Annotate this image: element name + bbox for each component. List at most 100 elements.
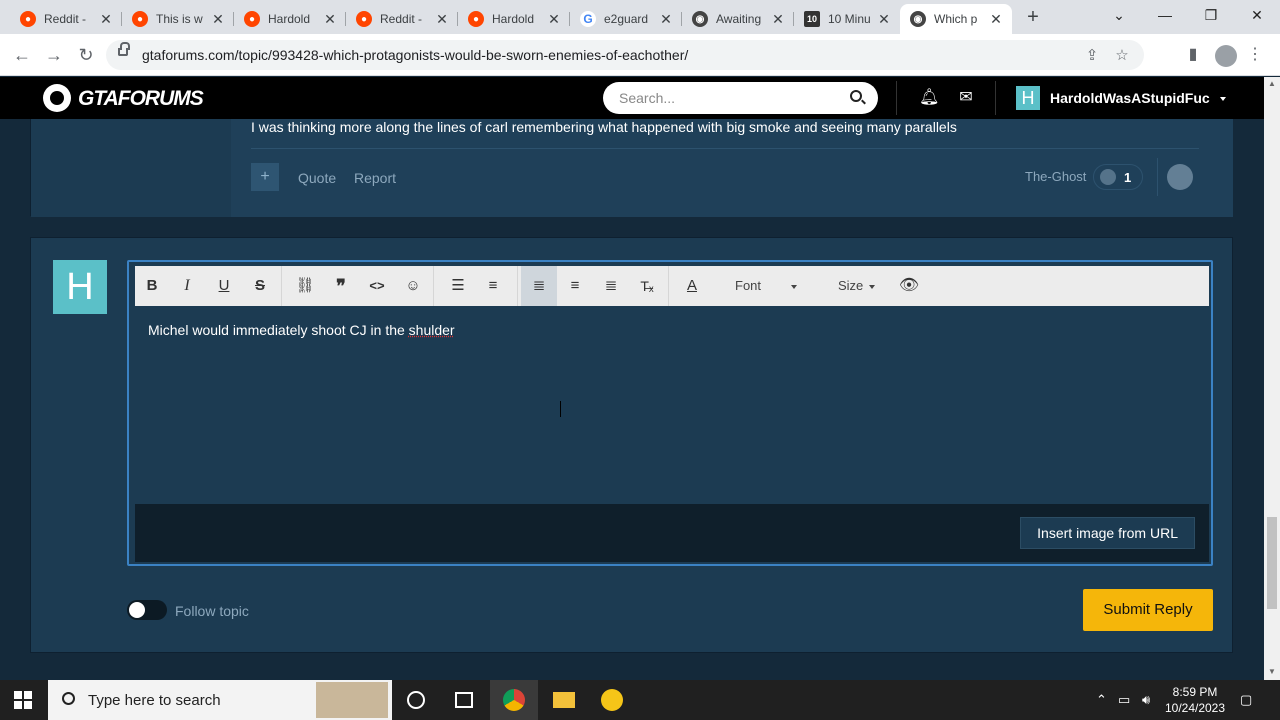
close-icon[interactable]: ✕	[658, 11, 674, 28]
post-divider	[251, 148, 1199, 149]
close-icon[interactable]: ✕	[210, 11, 226, 28]
user-menu[interactable]: HardoldWasAStupidFuc	[1050, 90, 1226, 106]
editor-content[interactable]: Michel would immediately shoot CJ in the…	[148, 322, 455, 338]
align-left-icon[interactable]: ≣	[528, 276, 550, 296]
network-icon[interactable]: ▭	[1118, 692, 1130, 708]
align-center-icon[interactable]: ≡	[564, 276, 586, 296]
browser-tab[interactable]: ● Reddit - ✕	[346, 4, 458, 34]
browser-tab-active[interactable]: ◉ Which p ✕	[900, 4, 1012, 34]
close-icon[interactable]: ✕	[546, 11, 562, 28]
tab-search-icon[interactable]: ⌄	[1096, 0, 1142, 30]
scrollbar-thumb[interactable]	[1267, 517, 1277, 609]
underline-button[interactable]: U	[213, 276, 235, 296]
restore-button[interactable]: ❐	[1188, 0, 1234, 30]
multiquote-button[interactable]: +	[251, 163, 279, 191]
user-avatar[interactable]: H	[1016, 86, 1040, 110]
close-icon[interactable]: ✕	[322, 11, 338, 28]
scroll-up-icon[interactable]: ▲	[1264, 79, 1280, 88]
reply-box: H B I U S ⛓ ❞ <> ☺ ☰ ≡ ≣ ≡ ≣ T̶ₓ A Font …	[30, 237, 1233, 653]
search-icon[interactable]	[850, 90, 862, 102]
close-window-button[interactable]: ✕	[1234, 0, 1280, 30]
font-dropdown[interactable]: Font	[735, 278, 798, 293]
browser-tab[interactable]: ● This is w ✕	[122, 4, 234, 34]
size-dropdown[interactable]: Size	[838, 278, 876, 293]
emoji-icon[interactable]: ☺	[402, 276, 424, 296]
toolbar-divider	[281, 266, 282, 306]
align-right-icon[interactable]: ≣	[600, 276, 622, 296]
tray-chevron-icon[interactable]: ⌃	[1096, 692, 1107, 708]
text-color-icon[interactable]: A	[681, 276, 703, 296]
clear-format-icon[interactable]: T̶ₓ	[636, 276, 658, 296]
taskbar-clock[interactable]: 8:59 PM 10/24/2023	[1160, 684, 1230, 716]
submit-reply-button[interactable]: Submit Reply	[1083, 589, 1213, 631]
like-button[interactable]	[1167, 164, 1193, 190]
profile-icon[interactable]	[1215, 45, 1237, 67]
site-logo[interactable]: GTAFORUMS	[78, 87, 204, 111]
new-tab-button[interactable]: +	[1022, 6, 1044, 28]
windows-taskbar: Type here to search ⌃ ▭ 🔊︎ 8:59 PM 10/24…	[0, 680, 1280, 720]
browser-tab[interactable]: G e2guard ✕	[570, 4, 682, 34]
link-icon[interactable]: ⛓	[294, 276, 316, 296]
quote-icon[interactable]: ❞	[330, 276, 352, 296]
side-panel-icon[interactable]: ▮	[1182, 44, 1204, 66]
address-bar[interactable]: gtaforums.com/topic/993428-which-protago…	[106, 40, 1144, 70]
code-icon[interactable]: <>	[366, 276, 388, 296]
reputation-user[interactable]: The-Ghost	[1025, 169, 1086, 184]
toolbar-divider	[668, 266, 669, 306]
chrome-icon[interactable]	[490, 680, 538, 720]
bullet-list-icon[interactable]: ☰	[447, 276, 469, 296]
reddit-icon: ●	[132, 11, 148, 27]
thumbs-up-icon	[1100, 169, 1116, 185]
insert-image-url-button[interactable]: Insert image from URL	[1020, 517, 1195, 549]
follow-topic-toggle[interactable]	[127, 600, 167, 620]
reply-avatar: H	[53, 260, 107, 314]
bell-icon[interactable]: 🔔︎	[919, 89, 939, 107]
reload-icon[interactable]: ↻	[74, 43, 98, 67]
browser-tab[interactable]: ● Hardold ✕	[458, 4, 570, 34]
lock-icon[interactable]	[118, 42, 130, 56]
task-view-icon[interactable]	[440, 680, 488, 720]
editor-toolbar: B I U S ⛓ ❞ <> ☺ ☰ ≡ ≣ ≡ ≣ T̶ₓ A Font Si…	[135, 266, 1209, 306]
gtaforums-logo-icon[interactable]	[43, 84, 71, 112]
menu-icon[interactable]: ⋮	[1244, 44, 1266, 66]
bold-button[interactable]: B	[141, 276, 163, 296]
browser-tab[interactable]: 10 10 Minu ✕	[794, 4, 900, 34]
browser-tab[interactable]: ● Reddit - ✕	[10, 4, 122, 34]
page-scrollbar[interactable]: ▲ ▼	[1264, 77, 1280, 680]
close-icon[interactable]: ✕	[434, 11, 450, 28]
cortana-icon[interactable]	[392, 680, 440, 720]
numbered-list-icon[interactable]: ≡	[482, 276, 504, 296]
close-icon[interactable]: ✕	[770, 11, 786, 28]
reputation-count[interactable]: 1	[1093, 164, 1143, 190]
scroll-down-icon[interactable]: ▼	[1264, 667, 1280, 676]
strikethrough-button[interactable]: S	[249, 276, 271, 296]
reddit-icon: ●	[468, 11, 484, 27]
reply-editor[interactable]: B I U S ⛓ ❞ <> ☺ ☰ ≡ ≣ ≡ ≣ T̶ₓ A Font Si…	[127, 260, 1213, 566]
envelope-icon[interactable]: ✉	[957, 89, 975, 107]
file-explorer-icon[interactable]	[540, 680, 588, 720]
preview-eye-icon[interactable]: 👁︎	[898, 276, 920, 296]
volume-icon[interactable]: 🔊︎	[1142, 692, 1150, 708]
close-icon[interactable]: ✕	[988, 11, 1004, 28]
follow-topic-label: Follow topic	[175, 603, 249, 619]
windows-start-icon[interactable]	[14, 691, 32, 709]
close-icon[interactable]: ✕	[876, 11, 892, 28]
quote-link[interactable]: Quote	[298, 170, 336, 186]
browser-tab[interactable]: ● Hardold ✕	[234, 4, 346, 34]
back-icon[interactable]: ←	[10, 43, 34, 67]
italic-button[interactable]: I	[176, 276, 198, 296]
taskbar-search-input[interactable]: Type here to search	[48, 680, 392, 720]
close-icon[interactable]: ✕	[98, 11, 114, 28]
site-search-input[interactable]: Search...	[603, 82, 878, 114]
minimize-button[interactable]: —	[1142, 0, 1188, 30]
url-text: gtaforums.com/topic/993428-which-protago…	[142, 47, 689, 63]
report-link[interactable]: Report	[354, 170, 396, 186]
star-icon[interactable]: ☆	[1112, 46, 1132, 66]
chat-app-icon[interactable]	[588, 680, 636, 720]
browser-toolbar: ← → ↻ gtaforums.com/topic/993428-which-p…	[0, 34, 1280, 76]
notifications-icon[interactable]: ▢	[1240, 692, 1252, 708]
post-body: I was thinking more along the lines of c…	[231, 119, 1233, 217]
forward-icon[interactable]: →	[42, 43, 66, 67]
browser-tab[interactable]: ◉ Awaiting ✕	[682, 4, 794, 34]
share-icon[interactable]: ⇪	[1082, 46, 1102, 66]
